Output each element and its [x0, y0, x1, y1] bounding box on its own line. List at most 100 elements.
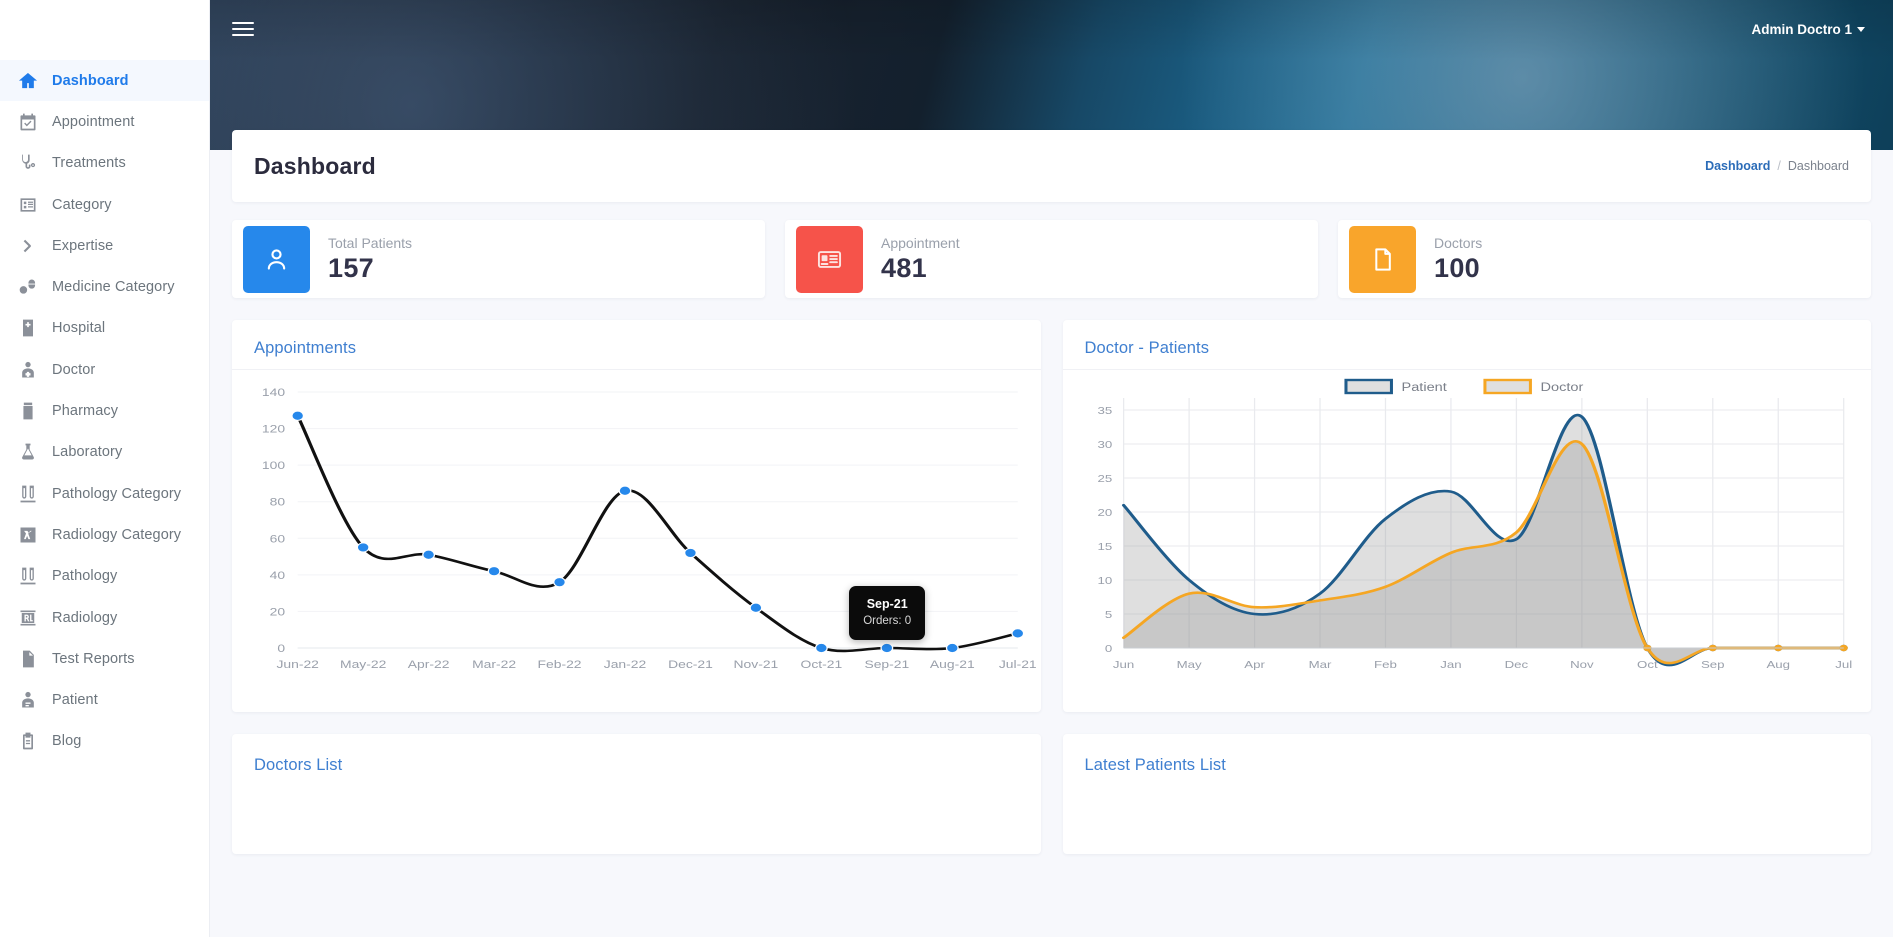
- panel-header: Doctor - Patients: [1062, 320, 1871, 370]
- svg-text:Sep: Sep: [1700, 658, 1724, 670]
- sidebar-item-pathology-category[interactable]: Pathology Category: [0, 473, 209, 514]
- svg-text:Jun-22: Jun-22: [276, 658, 318, 670]
- user-menu-dropdown[interactable]: Admin Doctro 1: [1751, 22, 1865, 37]
- test-tubes-icon: [18, 484, 38, 504]
- svg-text:Aug: Aug: [1766, 658, 1790, 670]
- document-icon: [18, 649, 38, 669]
- stat-icon-box: [1349, 225, 1416, 293]
- svg-text:Oct: Oct: [1637, 658, 1658, 670]
- sidebar-item-label: Doctor: [52, 361, 96, 378]
- medicine-bottle-icon: [18, 401, 38, 421]
- sidebar: Dashboard Appointment Treatments Categor…: [0, 0, 210, 937]
- sidebar-item-doctor[interactable]: Doctor: [0, 349, 209, 390]
- svg-text:Feb: Feb: [1374, 658, 1397, 670]
- page-title: Dashboard: [254, 152, 376, 179]
- svg-text:Sep-21: Sep-21: [864, 658, 909, 670]
- pills-icon: [18, 277, 38, 297]
- sidebar-item-label: Category: [52, 196, 112, 213]
- sidebar-item-pathology[interactable]: Pathology: [0, 556, 209, 597]
- sidebar-item-category[interactable]: Category: [0, 184, 209, 225]
- sidebar-item-dashboard[interactable]: Dashboard: [0, 60, 209, 102]
- svg-text:Jan-22: Jan-22: [604, 658, 646, 670]
- stat-icon-box: [243, 225, 310, 293]
- stat-card-total-patients[interactable]: Total Patients 157: [232, 220, 765, 298]
- sidebar-item-label: Patient: [52, 692, 98, 709]
- chart-doctor-patients[interactable]: 0 5 10 15 20 25 30 35 Jun May Apr Mar Feb Jan Dec Nov Oc…: [1063, 370, 1872, 700]
- sidebar-item-treatments[interactable]: Treatments: [0, 143, 209, 184]
- svg-text:Nov: Nov: [1570, 658, 1594, 670]
- panel-title-doctor-patients: Doctor - Patients: [1084, 339, 1210, 357]
- bottom-panels-row: Doctors List Latest Patients List: [232, 734, 1871, 854]
- sidebar-item-label: Appointment: [52, 113, 135, 130]
- xray-box-icon: [18, 525, 38, 545]
- panel-appointments: Appointments 0 20 40 60 80 100 120 140 Jun-22 May…: [232, 320, 1041, 712]
- breadcrumb-link-dashboard[interactable]: Dashboard: [1705, 159, 1770, 173]
- svg-text:Jan: Jan: [1440, 658, 1461, 670]
- topbar: Admin Doctro 1: [210, 0, 1893, 58]
- svg-text:60: 60: [270, 533, 285, 545]
- sidebar-item-pharmacy[interactable]: Pharmacy: [0, 390, 209, 431]
- sidebar-item-test-reports[interactable]: Test Reports: [0, 638, 209, 679]
- clipboard-icon: [18, 731, 38, 751]
- sidebar-item-patient[interactable]: Patient: [0, 679, 209, 720]
- svg-text:Oct-21: Oct-21: [801, 658, 843, 670]
- svg-text:30: 30: [1097, 438, 1112, 450]
- sidebar-item-radiology[interactable]: Radiology: [0, 597, 209, 638]
- calendar-check-icon: [18, 112, 38, 132]
- stat-value: 100: [1434, 252, 1480, 283]
- chart-appointments[interactable]: 0 20 40 60 80 100 120 140 Jun-22 May-22 Apr-22 Mar-…: [232, 370, 1041, 700]
- panel-title-latest-patients-list: Latest Patients List: [1084, 756, 1226, 774]
- breadcrumb: Dashboard / Dashboard: [1705, 159, 1849, 173]
- appointments-line-chart[interactable]: 0 20 40 60 80 100 120 140 Jun-22 May-22 Apr-22 Mar-…: [232, 370, 1041, 700]
- svg-text:40: 40: [270, 569, 285, 581]
- svg-text:Mar: Mar: [1308, 658, 1331, 670]
- sidebar-item-medicine-category[interactable]: Medicine Category: [0, 266, 209, 307]
- stat-label: Doctors: [1434, 235, 1483, 252]
- svg-text:10: 10: [1097, 574, 1112, 586]
- stat-card-appointment[interactable]: Appointment 481: [785, 220, 1318, 298]
- sidebar-item-label: Expertise: [52, 237, 114, 254]
- app-root: Dashboard Appointment Treatments Categor…: [0, 0, 1893, 937]
- svg-text:Jul-21: Jul-21: [999, 658, 1037, 670]
- flask-icon: [18, 442, 38, 462]
- stat-card-doctors[interactable]: Doctors 100: [1338, 220, 1871, 298]
- panel-title-doctors-list: Doctors List: [254, 756, 343, 774]
- stat-cards-row: Total Patients 157 Appointment 481 Docto…: [232, 220, 1871, 298]
- panel-title-appointments: Appointments: [254, 339, 357, 357]
- sidebar-item-laboratory[interactable]: Laboratory: [0, 432, 209, 473]
- hamburger-menu-icon[interactable]: [232, 19, 254, 39]
- svg-text:20: 20: [1097, 506, 1112, 518]
- svg-text:80: 80: [270, 496, 285, 508]
- svg-text:Nov-21: Nov-21: [734, 658, 779, 670]
- svg-text:Jul: Jul: [1835, 658, 1852, 670]
- sidebar-item-label: Radiology: [52, 609, 118, 626]
- id-card-icon: [817, 250, 842, 268]
- svg-text:Doctor: Doctor: [1540, 380, 1583, 393]
- sidebar-item-label: Hospital: [52, 320, 106, 337]
- tooltip-value: Orders: 0: [863, 615, 912, 628]
- tooltip-title: Sep-21: [866, 597, 908, 611]
- page-header: Dashboard Dashboard / Dashboard: [232, 130, 1871, 202]
- breadcrumb-separator: /: [1777, 159, 1781, 173]
- svg-text:Mar-22: Mar-22: [472, 658, 516, 670]
- sidebar-item-blog[interactable]: Blog: [0, 721, 209, 762]
- chart-tooltip: Sep-21 Orders: 0: [849, 586, 926, 640]
- home-icon: [18, 71, 38, 91]
- sidebar-item-hospital[interactable]: Hospital: [0, 308, 209, 349]
- svg-text:120: 120: [262, 423, 285, 435]
- doctor-patients-area-chart[interactable]: 0 5 10 15 20 25 30 35 Jun May Apr Mar Feb Jan Dec Nov Oc…: [1063, 370, 1872, 700]
- sidebar-item-label: Medicine Category: [52, 279, 175, 296]
- sidebar-item-radiology-category[interactable]: Radiology Category: [0, 514, 209, 555]
- sidebar-item-label: Test Reports: [52, 650, 135, 667]
- svg-text:Aug-21: Aug-21: [930, 658, 975, 670]
- sidebar-item-label: Pathology: [52, 568, 118, 585]
- svg-text:Apr-22: Apr-22: [408, 658, 450, 670]
- stat-label: Total Patients: [328, 235, 413, 252]
- svg-text:Dec-21: Dec-21: [668, 658, 713, 670]
- page-content: Dashboard Dashboard / Dashboard Total Pa…: [210, 130, 1893, 937]
- sidebar-item-appointment[interactable]: Appointment: [0, 101, 209, 142]
- sidebar-item-label: Treatments: [52, 155, 126, 172]
- svg-text:May: May: [1176, 658, 1201, 670]
- stat-value: 157: [328, 252, 374, 283]
- sidebar-item-expertise[interactable]: Expertise: [0, 225, 209, 266]
